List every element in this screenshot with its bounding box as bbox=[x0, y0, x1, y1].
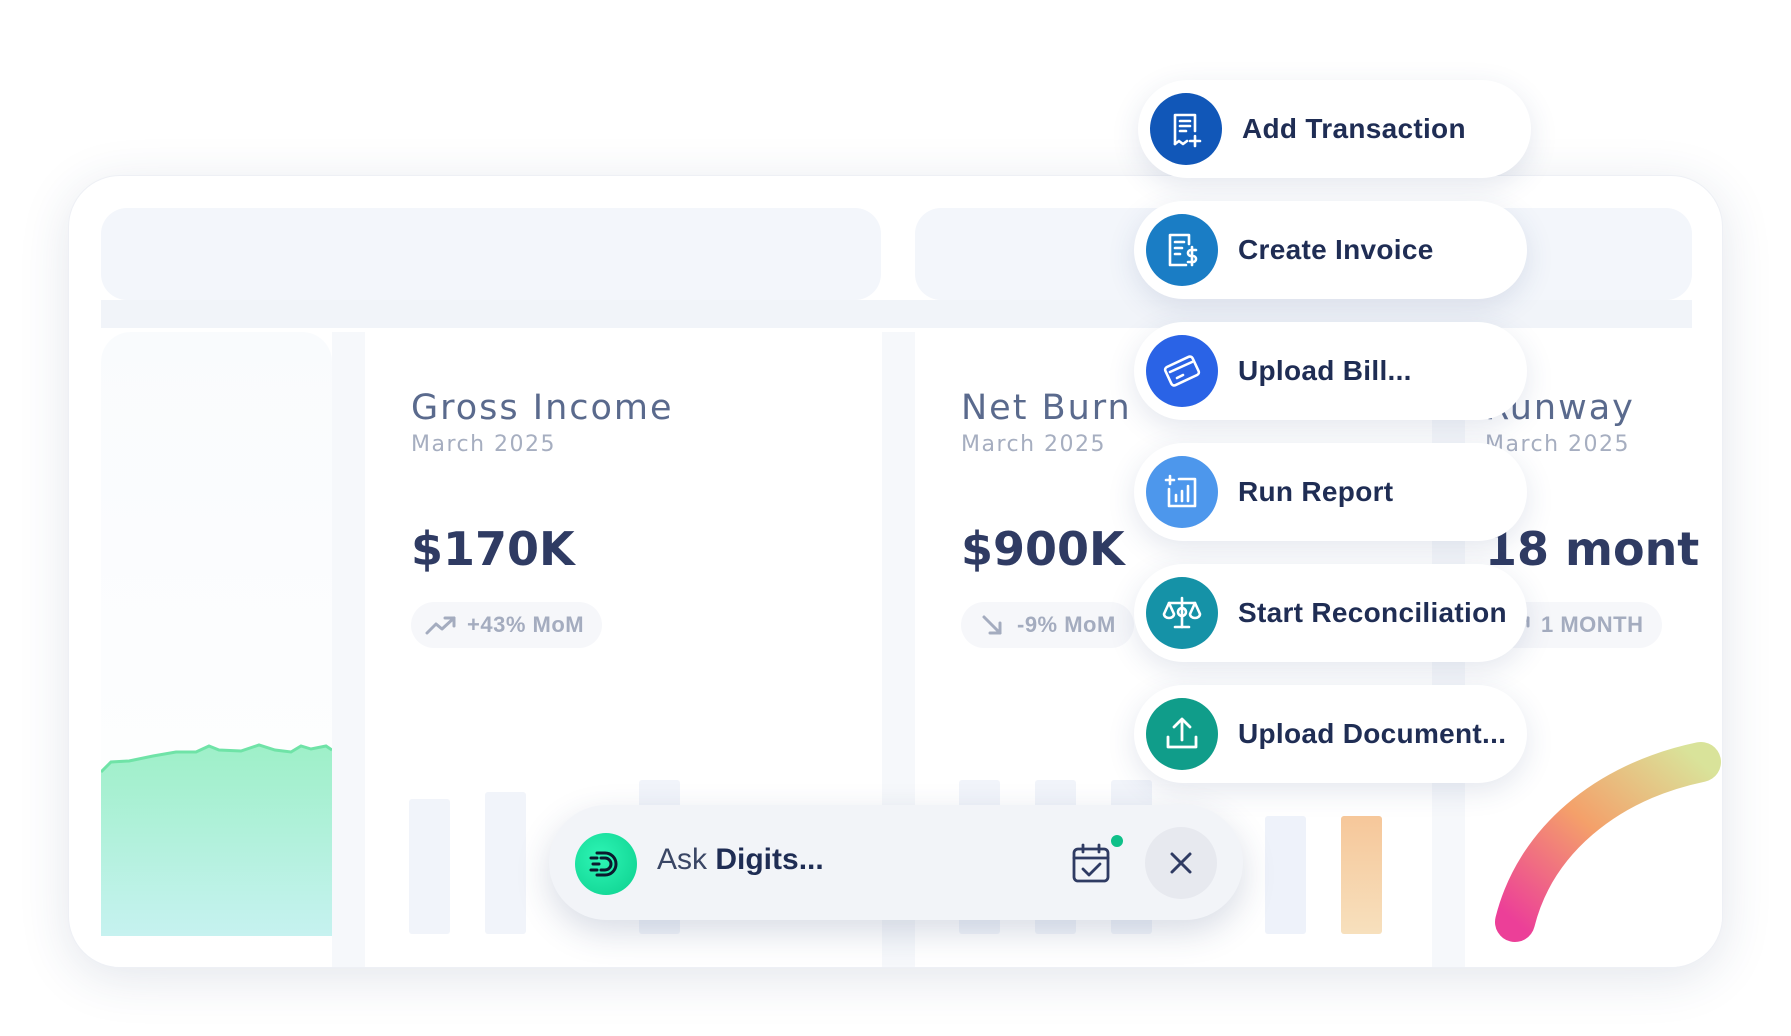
notification-dot bbox=[1109, 833, 1125, 849]
card-value: $900K bbox=[961, 522, 1125, 576]
upload-icon bbox=[1146, 698, 1218, 770]
credit-card-icon bbox=[1146, 335, 1218, 407]
action-label: Upload Document... bbox=[1238, 718, 1507, 749]
card-gutter bbox=[332, 332, 365, 967]
upload-document-button[interactable]: Upload Document... bbox=[1134, 685, 1527, 783]
receipt-add-icon bbox=[1150, 93, 1222, 165]
trend-badge: -9% MoM bbox=[961, 602, 1134, 648]
trend-up-icon bbox=[425, 616, 456, 635]
chart-bar bbox=[1265, 816, 1306, 934]
digits-logo-icon bbox=[575, 833, 637, 895]
balance-scale-icon bbox=[1146, 577, 1218, 649]
trend-label: -9% MoM bbox=[1017, 612, 1116, 637]
card-subtitle: March 2025 bbox=[411, 432, 557, 457]
action-label: Add Transaction bbox=[1242, 113, 1466, 144]
ask-input-prompt[interactable]: Ask Digits... bbox=[657, 843, 824, 877]
calendar-check-icon[interactable] bbox=[1069, 841, 1113, 885]
add-transaction-button[interactable]: Add Transaction bbox=[1138, 80, 1531, 178]
action-label: Upload Bill... bbox=[1238, 355, 1412, 386]
trend-badge: +43% MoM bbox=[411, 602, 603, 648]
ask-brand: Digits... bbox=[715, 843, 824, 876]
ask-digits-bar[interactable]: Ask Digits... bbox=[549, 805, 1243, 920]
run-report-button[interactable]: Run Report bbox=[1134, 443, 1527, 541]
chart-bar bbox=[409, 799, 450, 934]
invoice-dollar-icon bbox=[1146, 214, 1218, 286]
close-icon bbox=[1170, 852, 1192, 874]
card-title: Net Burn bbox=[961, 388, 1132, 428]
mini-chart-card[interactable] bbox=[101, 332, 332, 967]
header-panel-left bbox=[101, 208, 881, 300]
card-subtitle: March 2025 bbox=[961, 432, 1107, 457]
chart-bar bbox=[485, 792, 526, 934]
action-label: Start Reconciliation bbox=[1238, 597, 1507, 628]
close-button[interactable] bbox=[1145, 827, 1217, 899]
trend-label: +43% MoM bbox=[467, 612, 585, 637]
income-area-chart bbox=[101, 743, 332, 936]
report-chart-icon bbox=[1146, 456, 1218, 528]
start-reconciliation-button[interactable]: Start Reconciliation bbox=[1134, 564, 1527, 662]
chart-bar bbox=[1341, 816, 1382, 934]
ask-prefix: Ask bbox=[657, 843, 716, 876]
digits-dashboard: Gross Income March 2025 $170K +43% MoM N… bbox=[0, 0, 1791, 1036]
create-invoice-button[interactable]: Create Invoice bbox=[1134, 201, 1527, 299]
card-title: Gross Income bbox=[411, 388, 674, 428]
action-label: Create Invoice bbox=[1238, 234, 1434, 265]
upload-bill-button[interactable]: Upload Bill... bbox=[1134, 322, 1527, 420]
card-value: $170K bbox=[411, 522, 575, 576]
trend-down-icon bbox=[982, 615, 1002, 635]
action-label: Run Report bbox=[1238, 476, 1394, 507]
